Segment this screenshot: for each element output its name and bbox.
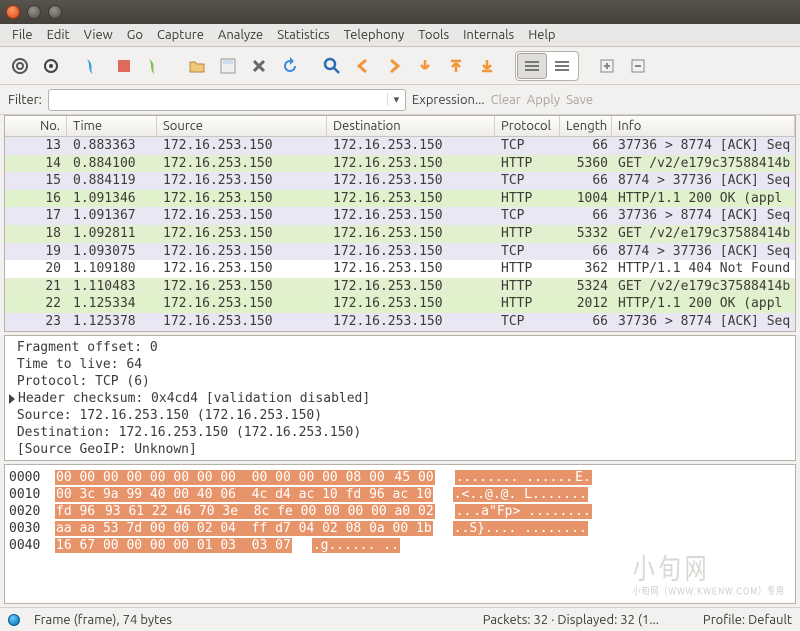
interfaces-button[interactable]	[6, 52, 34, 80]
packet-row[interactable]: 171.091367172.16.253.150172.16.253.150TC…	[5, 207, 795, 225]
open-file-button[interactable]	[183, 52, 211, 80]
restart-capture-button[interactable]	[141, 52, 169, 80]
go-last-button[interactable]	[473, 52, 501, 80]
menu-file[interactable]: File	[6, 25, 39, 45]
hex-row[interactable]: 000000 00 00 00 00 00 00 00 00 00 00 00 …	[9, 469, 791, 486]
packet-row[interactable]: 130.883363172.16.253.150172.16.253.150TC…	[5, 137, 795, 155]
find-button[interactable]	[318, 52, 346, 80]
menu-analyze[interactable]: Analyze	[212, 25, 269, 45]
apply-link[interactable]: Apply	[527, 93, 560, 107]
expert-info-icon[interactable]	[8, 614, 20, 626]
menu-help[interactable]: Help	[522, 25, 561, 45]
stop-capture-button[interactable]	[110, 52, 138, 80]
col-time[interactable]: Time	[67, 116, 157, 136]
col-len[interactable]: Length	[560, 116, 612, 136]
detail-line[interactable]: Header checksum: 0x4cd4 [validation disa…	[9, 390, 791, 407]
colorize-button-1[interactable]	[517, 53, 547, 79]
expression-link[interactable]: Expression...	[412, 93, 485, 107]
col-src[interactable]: Source	[157, 116, 327, 136]
reload-button[interactable]	[276, 52, 304, 80]
detail-line[interactable]: [Source GeoIP: Unknown]	[9, 441, 791, 458]
menu-go[interactable]: Go	[121, 25, 149, 45]
filter-input[interactable]	[49, 92, 387, 107]
menu-statistics[interactable]: Statistics	[271, 25, 335, 45]
save-file-button[interactable]	[214, 52, 242, 80]
packet-row[interactable]: 161.091346172.16.253.150172.16.253.150HT…	[5, 190, 795, 208]
filter-combo[interactable]: ▾	[48, 89, 406, 111]
packet-list-body[interactable]: 130.883363172.16.253.150172.16.253.150TC…	[5, 137, 795, 331]
packet-row[interactable]: 150.884119172.16.253.150172.16.253.150TC…	[5, 172, 795, 190]
packet-bytes-pane[interactable]: 000000 00 00 00 00 00 00 00 00 00 00 00 …	[4, 464, 796, 604]
options-button[interactable]	[37, 52, 65, 80]
detail-line[interactable]: Source: 172.16.253.150 (172.16.253.150)	[9, 407, 791, 424]
detail-line[interactable]: Fragment offset: 0	[9, 339, 791, 356]
go-first-button[interactable]	[442, 52, 470, 80]
zoom-in-button[interactable]	[593, 52, 621, 80]
go-to-button[interactable]	[411, 52, 439, 80]
col-dst[interactable]: Destination	[327, 116, 495, 136]
watermark: 小旬网 小旬网（WWW.KWENW.COM）专用	[633, 558, 785, 602]
detail-line[interactable]: Destination: 172.16.253.150 (172.16.253.…	[9, 424, 791, 441]
window-close-button[interactable]	[6, 5, 20, 19]
window-maximize-button[interactable]	[48, 5, 62, 19]
packet-list-pane[interactable]: No. Time Source Destination Protocol Len…	[4, 115, 796, 332]
packet-row[interactable]: 221.125334172.16.253.150172.16.253.150HT…	[5, 295, 795, 313]
menu-view[interactable]: View	[78, 25, 119, 45]
menu-tools[interactable]: Tools	[412, 25, 455, 45]
menu-telephony[interactable]: Telephony	[338, 25, 411, 45]
main-toolbar	[0, 47, 800, 85]
statusbar: Frame (frame), 74 bytes Packets: 32 · Di…	[0, 607, 800, 631]
status-packets: Packets: 32 · Displayed: 32 (1...	[483, 613, 659, 627]
menu-internals[interactable]: Internals	[457, 25, 520, 45]
filter-label: Filter:	[8, 93, 42, 107]
zoom-out-button[interactable]	[624, 52, 652, 80]
hex-row[interactable]: 0030aa aa 53 7d 00 00 02 04 ff d7 04 02 …	[9, 520, 791, 537]
close-file-button[interactable]	[245, 52, 273, 80]
detail-line[interactable]: Time to live: 64	[9, 356, 791, 373]
hex-row[interactable]: 004016 67 00 00 00 00 01 03 03 07.g.....…	[9, 537, 791, 554]
window-titlebar	[0, 0, 800, 24]
packet-list-header: No. Time Source Destination Protocol Len…	[5, 116, 795, 137]
menubar: FileEditViewGoCaptureAnalyzeStatisticsTe…	[0, 24, 800, 47]
go-back-button[interactable]	[349, 52, 377, 80]
save-link[interactable]: Save	[566, 93, 593, 107]
packet-row[interactable]: 140.884100172.16.253.150172.16.253.150HT…	[5, 155, 795, 173]
menu-capture[interactable]: Capture	[151, 25, 210, 45]
filter-dropdown-icon[interactable]: ▾	[387, 93, 405, 106]
packet-row[interactable]: 211.110483172.16.253.150172.16.253.150HT…	[5, 278, 795, 296]
hex-row[interactable]: 001000 3c 9a 99 40 00 40 06 4c d4 ac 10 …	[9, 486, 791, 503]
packet-row[interactable]: 181.092811172.16.253.150172.16.253.150HT…	[5, 225, 795, 243]
window-minimize-button[interactable]	[27, 5, 41, 19]
packet-row[interactable]: 231.125378172.16.253.150172.16.253.150TC…	[5, 313, 795, 331]
colorize-button-2[interactable]	[547, 53, 577, 79]
col-prot[interactable]: Protocol	[495, 116, 560, 136]
packet-details-pane[interactable]: Fragment offset: 0 Time to live: 64 Prot…	[4, 335, 796, 461]
filter-bar: Filter: ▾ Expression... Clear Apply Save	[0, 85, 800, 115]
go-forward-button[interactable]	[380, 52, 408, 80]
clear-link[interactable]: Clear	[491, 93, 521, 107]
hex-row[interactable]: 0020fd 96 93 61 22 46 70 3e 8c fe 00 00 …	[9, 503, 791, 520]
packet-row[interactable]: 191.093075172.16.253.150172.16.253.150TC…	[5, 243, 795, 261]
col-no[interactable]: No.	[5, 116, 67, 136]
colorize-group	[515, 51, 579, 81]
col-info[interactable]: Info	[612, 116, 795, 136]
status-profile[interactable]: Profile: Default	[703, 613, 792, 627]
start-capture-button[interactable]	[79, 52, 107, 80]
menu-edit[interactable]: Edit	[41, 25, 76, 45]
status-frame: Frame (frame), 74 bytes	[34, 613, 172, 627]
packet-row[interactable]: 201.109180172.16.253.150172.16.253.150HT…	[5, 260, 795, 278]
detail-line[interactable]: Protocol: TCP (6)	[9, 373, 791, 390]
